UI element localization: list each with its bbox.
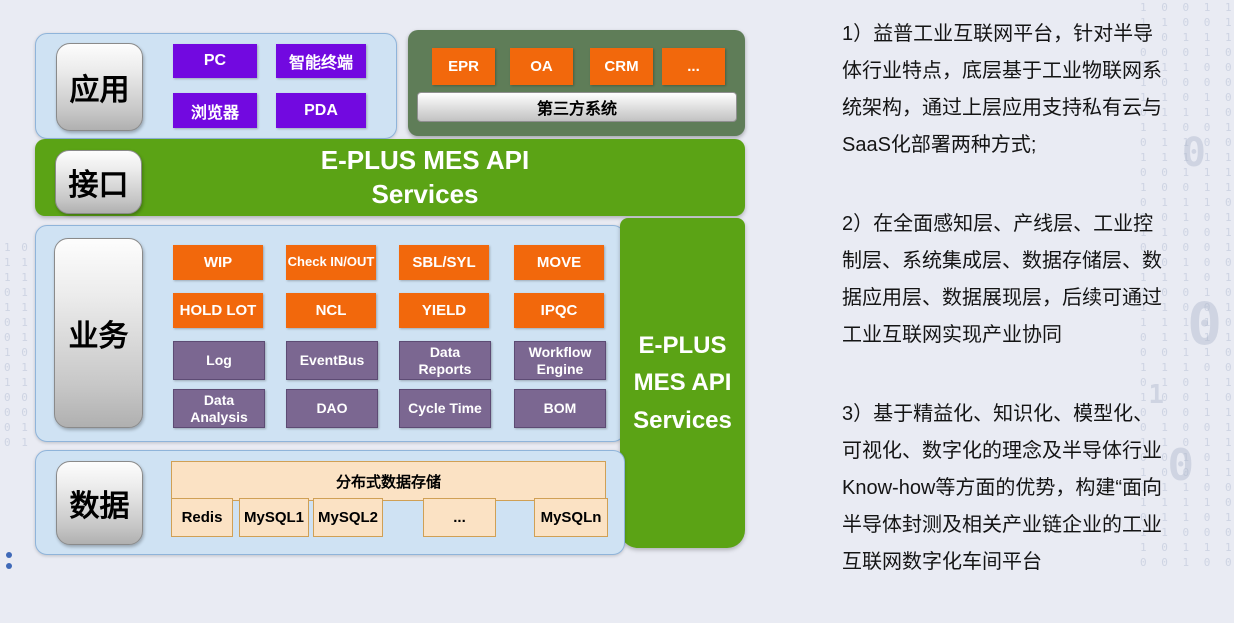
layer-label-text: 数据 [70, 481, 130, 525]
business-box-sbl-syl: SBL/SYL [399, 245, 489, 280]
db-box-more: ... [423, 498, 496, 537]
interface-layer-banner: 接口 E-PLUS MES API Services [35, 139, 745, 216]
business-layer-panel: 业务 WIP Check IN/OUT SBL/SYL MOVE HOLD LO… [35, 225, 625, 442]
layer-label-data: 数据 [56, 461, 143, 545]
big-zero-glyph: 0 [1182, 130, 1206, 176]
app-box-pc: PC [173, 44, 257, 78]
business-box-wip: WIP [173, 245, 263, 280]
third-party-box-more: ... [662, 48, 725, 85]
app-box-browser: 浏览器 [173, 93, 257, 128]
api-services-sidebar: E-PLUS MES API Services [620, 218, 745, 548]
db-box-mysqln: MySQLn [534, 498, 608, 537]
layer-label-application: 应用 [56, 43, 143, 131]
layer-label-text: 业务 [69, 311, 129, 355]
business-box-log: Log [173, 341, 265, 380]
page: { "diagram": { "app_layer": { "label": "… [0, 0, 1234, 568]
layer-label-interface: 接口 [55, 150, 142, 214]
business-box-ipqc: IPQC [514, 293, 604, 328]
binary-watermark-left: 1 0 0 1 1 1 1 1 0 0 1 1 1 1 0 0 1 1 0 1 … [4, 240, 38, 450]
data-layer-panel: 数据 分布式数据存储 Redis MySQL1 MySQL2 ... MySQL… [35, 450, 625, 555]
layer-label-text: 应用 [70, 65, 130, 109]
api-sidebar-title: E-PLUS MES API Services [633, 327, 732, 439]
big-zero-glyph: 0 [1168, 440, 1195, 491]
layer-label-text: 接口 [69, 160, 129, 204]
third-party-box-crm: CRM [590, 48, 653, 85]
business-box-yield: YIELD [399, 293, 489, 328]
decorative-dot [6, 552, 12, 558]
note-paragraph-2: 2）在全面感知层、产线层、工业控制层、系统集成层、数据存储层、数据应用层、数据展… [842, 206, 1164, 354]
business-box-cycle-time: Cycle Time [399, 389, 491, 428]
third-party-system-bar: 第三方系统 [417, 92, 737, 122]
business-box-ncl: NCL [286, 293, 376, 328]
decorative-dot [6, 563, 12, 569]
business-box-hold-lot: HOLD LOT [173, 293, 263, 328]
third-party-box-epr: EPR [432, 48, 495, 85]
business-box-workflow-engine: Workflow Engine [514, 341, 606, 380]
notes-text-block: 1）益普工业互联网平台，针对半导体行业特点，底层基于工业物联网系统架构，通过上层… [842, 16, 1164, 623]
third-party-panel: EPR OA CRM ... 第三方系统 [408, 30, 745, 136]
app-box-smart-terminal: 智能终端 [276, 44, 366, 78]
db-box-redis: Redis [171, 498, 233, 537]
note-paragraph-3: 3）基于精益化、知识化、模型化、可视化、数字化的理念及半导体行业Know-how… [842, 396, 1164, 581]
business-box-check-in-out: Check IN/OUT [286, 245, 376, 280]
layer-label-business: 业务 [54, 238, 143, 428]
note-paragraph-1: 1）益普工业互联网平台，针对半导体行业特点，底层基于工业物联网系统架构，通过上层… [842, 16, 1164, 164]
business-box-data-analysis: Data Analysis [173, 389, 265, 428]
application-layer-panel: 应用 PC 智能终端 浏览器 PDA [35, 33, 397, 139]
distributed-storage-box: 分布式数据存储 [171, 461, 606, 501]
db-box-mysql1: MySQL1 [239, 498, 309, 537]
third-party-box-oa: OA [510, 48, 573, 85]
big-zero-glyph: 0 [1187, 290, 1222, 358]
business-box-move: MOVE [514, 245, 604, 280]
db-box-mysql2: MySQL2 [313, 498, 383, 537]
business-box-data-reports: Data Reports [399, 341, 491, 380]
business-box-bom: BOM [514, 389, 606, 428]
business-box-dao: DAO [286, 389, 378, 428]
app-box-pda: PDA [276, 93, 366, 128]
business-box-eventbus: EventBus [286, 341, 378, 380]
interface-banner-title: E-PLUS MES API Services [321, 144, 530, 212]
